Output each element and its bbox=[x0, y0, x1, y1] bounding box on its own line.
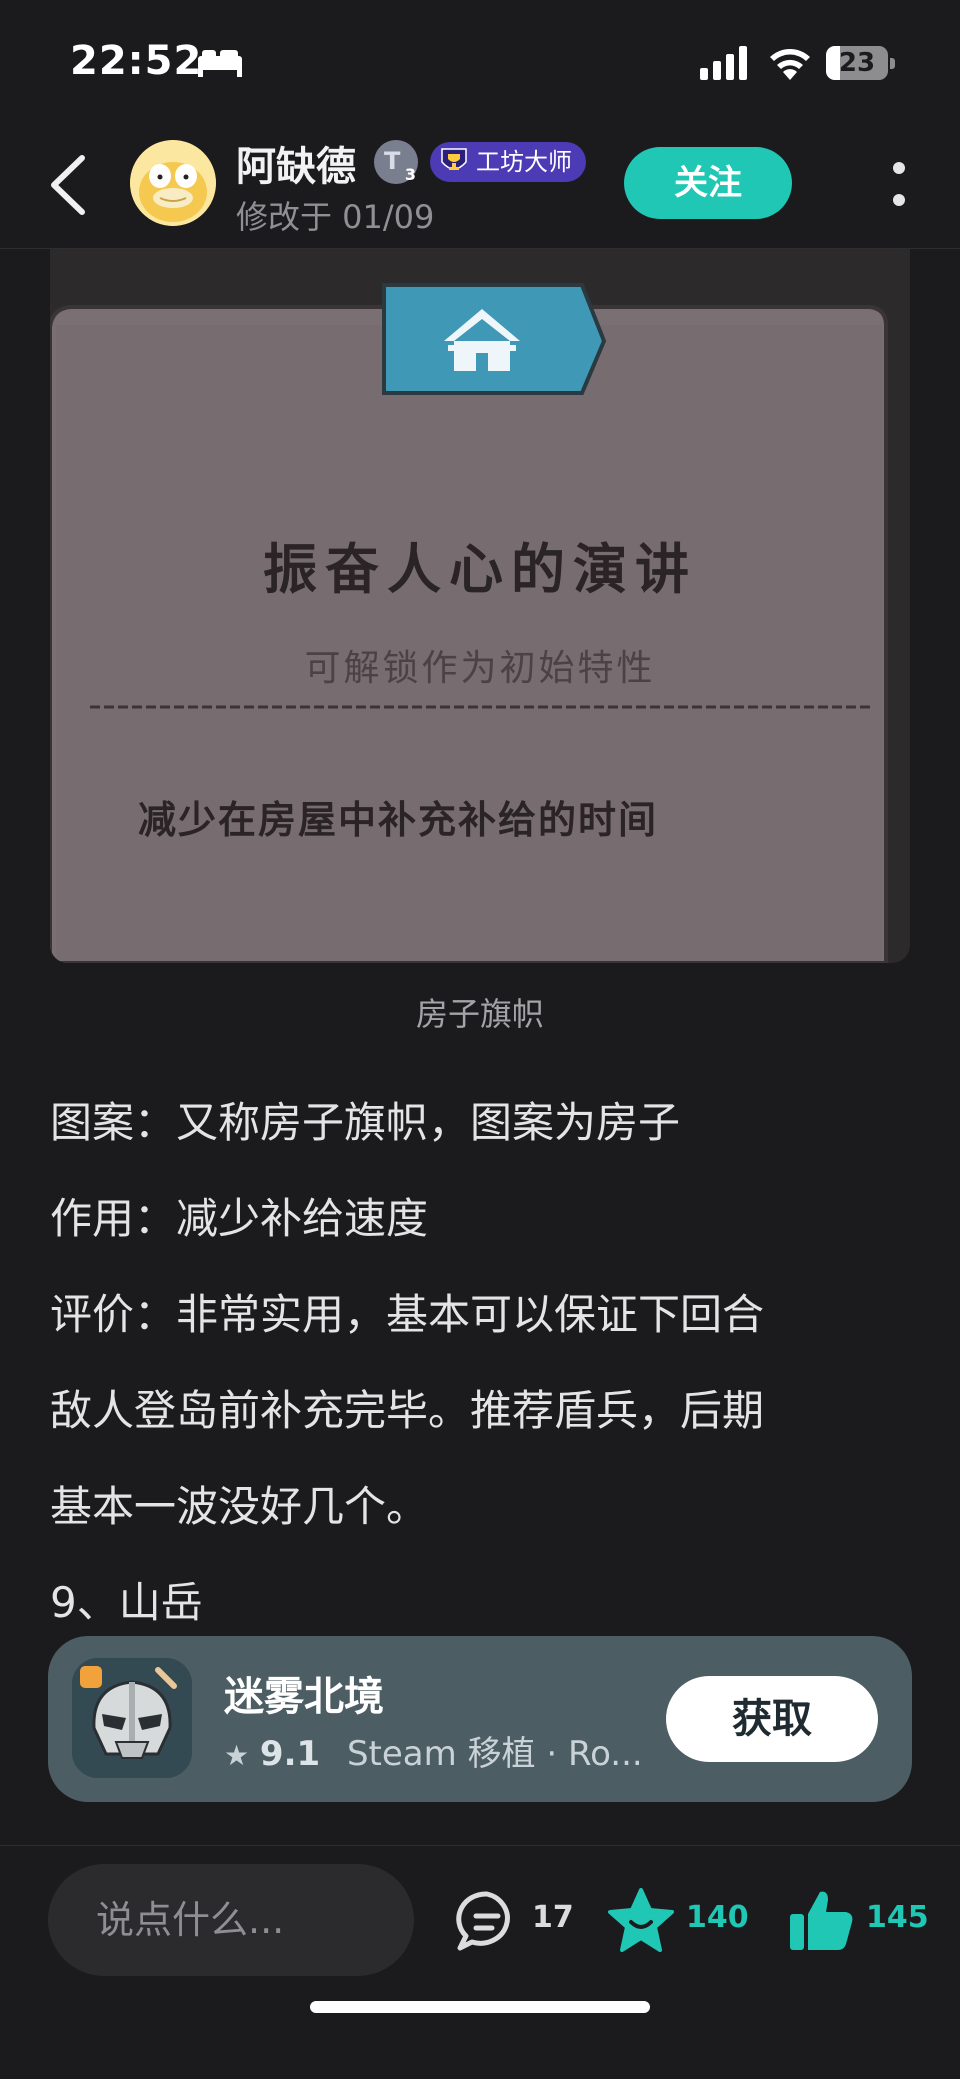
comment-input[interactable]: 说点什么... bbox=[48, 1864, 414, 1976]
thumbs-up-icon bbox=[790, 1891, 853, 1950]
back-arrow-icon[interactable] bbox=[40, 150, 100, 220]
bottom-action-bar: 说点什么... 17 140 145 bbox=[0, 1845, 960, 2079]
level-badge: T 3 bbox=[374, 140, 418, 184]
more-options-icon[interactable] bbox=[884, 152, 914, 216]
comment-icon bbox=[456, 1891, 510, 1951]
status-time: 22:52 bbox=[70, 38, 203, 84]
game-icon bbox=[72, 1658, 192, 1778]
comment-count: 17 bbox=[532, 1900, 574, 1935]
battery-icon: 23 bbox=[826, 46, 896, 82]
game-card[interactable]: 迷雾北境 ★ 9.1 Steam 移植 · Ro... 获取 bbox=[48, 1636, 912, 1802]
status-bar: 22:52 23 bbox=[0, 0, 960, 120]
game-meta: ★ 9.1 Steam 移植 · Ro... bbox=[224, 1726, 643, 1775]
follow-button[interactable]: 关注 bbox=[624, 147, 792, 219]
get-game-button[interactable]: 获取 bbox=[666, 1676, 878, 1762]
like-count: 145 bbox=[866, 1900, 929, 1935]
article-line-pattern: 图案：又称房子旗帜，图案为房子 bbox=[50, 1098, 681, 1147]
star-favorite-icon bbox=[608, 1888, 674, 1952]
edit-time: 修改于 01/09 bbox=[236, 198, 435, 236]
image-subtitle: 可解锁作为初始特性 bbox=[304, 648, 656, 689]
page: 22:52 23 阿缺德 T 3 工坊大师 修改于 01/09 关注 振奋人心的… bbox=[0, 0, 960, 2079]
image-caption: 房子旗帜 bbox=[415, 995, 544, 1033]
image-description: 减少在房屋中补充补给的时间 bbox=[138, 797, 659, 842]
game-platform: Steam 移植 · Ro... bbox=[346, 1734, 643, 1774]
bed-icon bbox=[198, 50, 242, 77]
trophy-icon bbox=[441, 148, 467, 170]
battery-level: 23 bbox=[838, 48, 876, 78]
article-image[interactable]: 振奋人心的演讲 可解锁作为初始特性 减少在房屋中补充补给的时间 bbox=[50, 249, 910, 963]
favorite-count: 140 bbox=[686, 1900, 749, 1935]
star-icon: ★ bbox=[224, 1739, 250, 1772]
game-title: 迷雾北境 bbox=[224, 1674, 384, 1720]
article-line-review: 评价：非常实用，基本可以保证下回合 bbox=[50, 1290, 765, 1339]
post-header: 阿缺德 T 3 工坊大师 修改于 01/09 关注 bbox=[0, 120, 960, 249]
title-badge: 工坊大师 bbox=[430, 142, 586, 182]
author-name[interactable]: 阿缺德 bbox=[236, 134, 356, 192]
level-number: 3 bbox=[404, 165, 416, 184]
article-line-review-2: 敌人登岛前补充完毕。推荐盾兵，后期 bbox=[50, 1386, 765, 1435]
level-t-icon: T bbox=[384, 147, 401, 175]
article-section-heading: 9、山岳 bbox=[50, 1578, 203, 1627]
like-button[interactable]: 145 bbox=[786, 1886, 936, 1956]
favorite-button[interactable]: 140 bbox=[606, 1886, 756, 1956]
comment-button[interactable]: 17 bbox=[452, 1886, 582, 1956]
cellular-signal-icon bbox=[700, 46, 747, 80]
game-rating: 9.1 bbox=[259, 1734, 321, 1774]
article-line-review-3: 基本一波没好几个。 bbox=[50, 1482, 429, 1531]
title-badge-label: 工坊大师 bbox=[476, 148, 572, 176]
article-line-effect: 作用：减少补给速度 bbox=[50, 1194, 429, 1243]
home-indicator[interactable] bbox=[310, 2001, 650, 2013]
author-avatar[interactable] bbox=[130, 140, 216, 226]
wifi-icon bbox=[770, 49, 810, 80]
post-content: 振奋人心的演讲 可解锁作为初始特性 减少在房屋中补充补给的时间 房子旗帜 图案：… bbox=[0, 249, 960, 1839]
image-heading: 振奋人心的演讲 bbox=[263, 537, 697, 601]
